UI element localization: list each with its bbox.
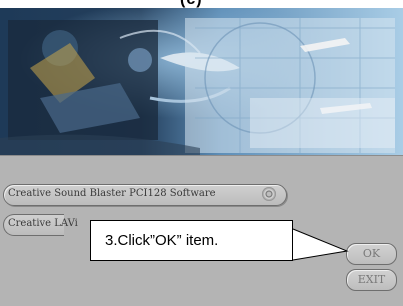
software-item-lavi[interactable]: Creative LAVi xyxy=(3,214,78,236)
callout-text: 3.Click”OK” item. xyxy=(105,232,219,249)
software-item-sound-blaster[interactable]: Creative Sound Blaster PCI128 Software xyxy=(3,184,287,206)
installer-banner-image xyxy=(0,8,403,155)
exit-button[interactable]: EXIT xyxy=(346,269,397,291)
instruction-callout: 3.Click”OK” item. xyxy=(90,220,293,261)
cd-icon xyxy=(262,187,276,201)
software-item-label: Creative Sound Blaster PCI128 Software xyxy=(8,188,216,199)
software-item-label: Creative LAVi xyxy=(8,218,78,229)
ok-button[interactable]: OK xyxy=(346,243,397,265)
